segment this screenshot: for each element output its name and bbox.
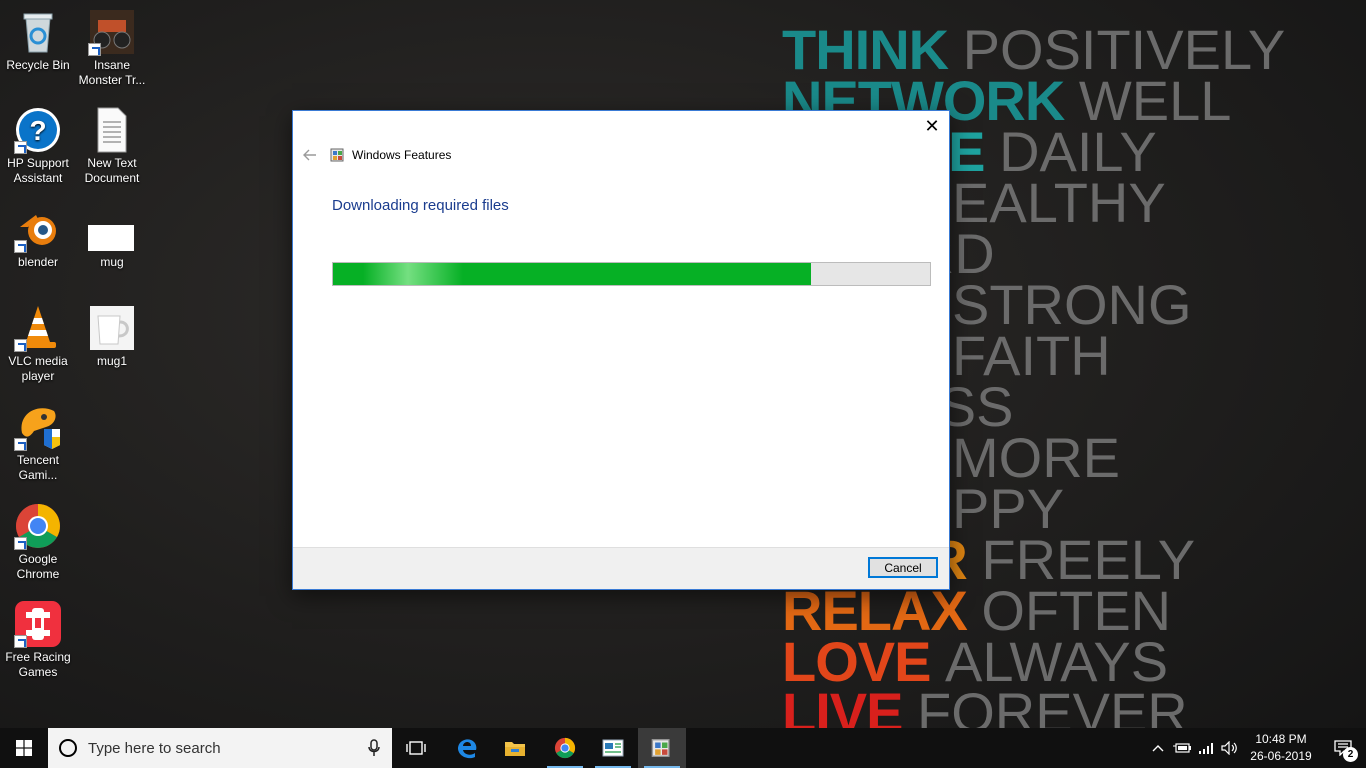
icon-label-line2: Assistant (13, 171, 63, 185)
start-button[interactable] (0, 728, 48, 768)
shortcut-arrow-icon (14, 635, 27, 648)
wallpaper-word-bold: LIVE (782, 681, 903, 731)
volume-button[interactable] (1218, 728, 1242, 768)
icon-label: Google (18, 552, 58, 566)
vlc-cone-icon (14, 304, 62, 352)
icon-label-line2: Monster Tr... (78, 73, 146, 87)
search-placeholder: Type here to search (88, 739, 221, 757)
notification-count-badge: 2 (1343, 747, 1358, 762)
shortcut-arrow-icon (14, 141, 27, 154)
desktop-icon-free-racing-games[interactable]: Free Racing Games (0, 600, 76, 680)
news-app-icon (602, 739, 624, 757)
edge-icon (458, 739, 477, 759)
taskbar-news-app[interactable] (589, 728, 637, 768)
icon-label-line2: player (21, 369, 55, 383)
task-view-icon (406, 741, 426, 755)
back-button[interactable] (301, 145, 319, 165)
icon-label: mug1 (96, 354, 128, 368)
taskbar-chrome[interactable] (541, 728, 589, 768)
icon-label: mug (100, 255, 124, 269)
icon-label: Tencent (16, 453, 60, 467)
dialog-footer: Cancel (293, 547, 949, 589)
dialog-title-bar: Windows Features (330, 147, 451, 163)
text-document-icon (88, 106, 136, 154)
cortana-icon (59, 739, 77, 757)
wallpaper-word-thin: FOREVER (917, 681, 1188, 731)
action-center-button[interactable]: 2 (1320, 728, 1366, 768)
icon-label-line2: Chrome (16, 567, 60, 581)
recycle-bin-icon (14, 8, 62, 56)
windows-features-icon (651, 739, 670, 757)
mug-image-icon (88, 304, 136, 352)
icon-label-line2: Games (18, 665, 58, 679)
desktop-icon-mug[interactable]: mug (74, 205, 150, 270)
icon-label: Recycle Bin (6, 58, 70, 72)
blender-icon (14, 205, 62, 253)
icon-label: Insane (93, 58, 131, 72)
back-arrow-icon (303, 149, 316, 161)
monster-truck-icon (88, 8, 136, 56)
microphone-icon[interactable] (368, 739, 380, 757)
clock-time: 10:48 PM (1255, 732, 1307, 746)
shortcut-arrow-icon (14, 438, 27, 451)
chrome-icon (554, 737, 576, 759)
wallpaper-line: LIVE FOREVER (782, 685, 1188, 731)
download-progress-bar (332, 262, 931, 286)
shortcut-arrow-icon (88, 43, 101, 56)
desktop-icon-vlc-media-player[interactable]: VLC media player (0, 304, 76, 384)
file-explorer-icon (505, 742, 525, 756)
close-icon: ✕ (924, 115, 940, 136)
icon-label: VLC media (8, 354, 68, 368)
network-icon (1199, 743, 1213, 754)
taskbar: Type here to search 10:48 PM 26-06-2019 … (0, 728, 1366, 768)
icon-label: HP Support (7, 156, 69, 170)
status-heading: Downloading required files (332, 197, 509, 214)
svg-text:?: ? (29, 115, 46, 146)
show-hidden-icons-button[interactable] (1146, 728, 1170, 768)
desktop-icon-google-chrome[interactable]: Google Chrome (0, 502, 76, 582)
volume-icon (1221, 741, 1237, 755)
taskbar-file-explorer[interactable] (491, 728, 539, 768)
help-question-icon: ? (14, 106, 62, 154)
taskbar-windows-features[interactable] (638, 728, 686, 768)
battery-button[interactable] (1170, 728, 1194, 768)
windows-logo-icon (16, 740, 32, 756)
tencent-gaming-icon (14, 403, 62, 451)
icon-label-line2: Gami... (18, 468, 58, 482)
icon-label: New Text (87, 156, 137, 170)
clock[interactable]: 10:48 PM 26-06-2019 (1242, 731, 1320, 765)
desktop-icon-recycle-bin[interactable]: Recycle Bin (0, 8, 76, 73)
battery-icon (1173, 743, 1191, 753)
desktop-icon-insane-monster-truck[interactable]: Insane Monster Tr... (74, 8, 150, 88)
chevron-up-icon (1152, 745, 1164, 752)
task-view-button[interactable] (392, 728, 440, 768)
clock-date: 26-06-2019 (1250, 749, 1312, 763)
racing-game-icon (14, 600, 62, 648)
close-button[interactable]: ✕ (917, 113, 947, 139)
desktop-icon-blender[interactable]: blender (0, 205, 76, 270)
shortcut-arrow-icon (14, 537, 27, 550)
taskbar-edge[interactable] (443, 728, 491, 768)
system-tray: 10:48 PM 26-06-2019 2 (1146, 728, 1366, 768)
chrome-icon (14, 502, 62, 550)
network-button[interactable] (1194, 728, 1218, 768)
desktop-icon-mug1[interactable]: mug1 (74, 304, 150, 369)
desktop-icon-new-text-document[interactable]: New Text Document (74, 106, 150, 186)
icon-label: blender (17, 255, 59, 269)
icon-label: Free Racing (5, 650, 71, 664)
icon-label-line2: Document (84, 171, 140, 185)
progress-glow (363, 263, 463, 285)
dialog-title: Windows Features (352, 148, 452, 162)
cancel-button[interactable]: Cancel (868, 557, 938, 578)
windows-features-dialog: ✕ Windows Features Downloading required … (292, 110, 950, 590)
shortcut-arrow-icon (14, 240, 27, 253)
shortcut-arrow-icon (14, 339, 27, 352)
image-thumbnail-icon (88, 205, 136, 253)
search-input[interactable]: Type here to search (48, 728, 392, 768)
windows-features-icon (330, 147, 346, 163)
desktop-icon-hp-support-assistant[interactable]: ? HP Support Assistant (0, 106, 76, 186)
desktop-icon-tencent-gaming[interactable]: Tencent Gami... (0, 403, 76, 483)
